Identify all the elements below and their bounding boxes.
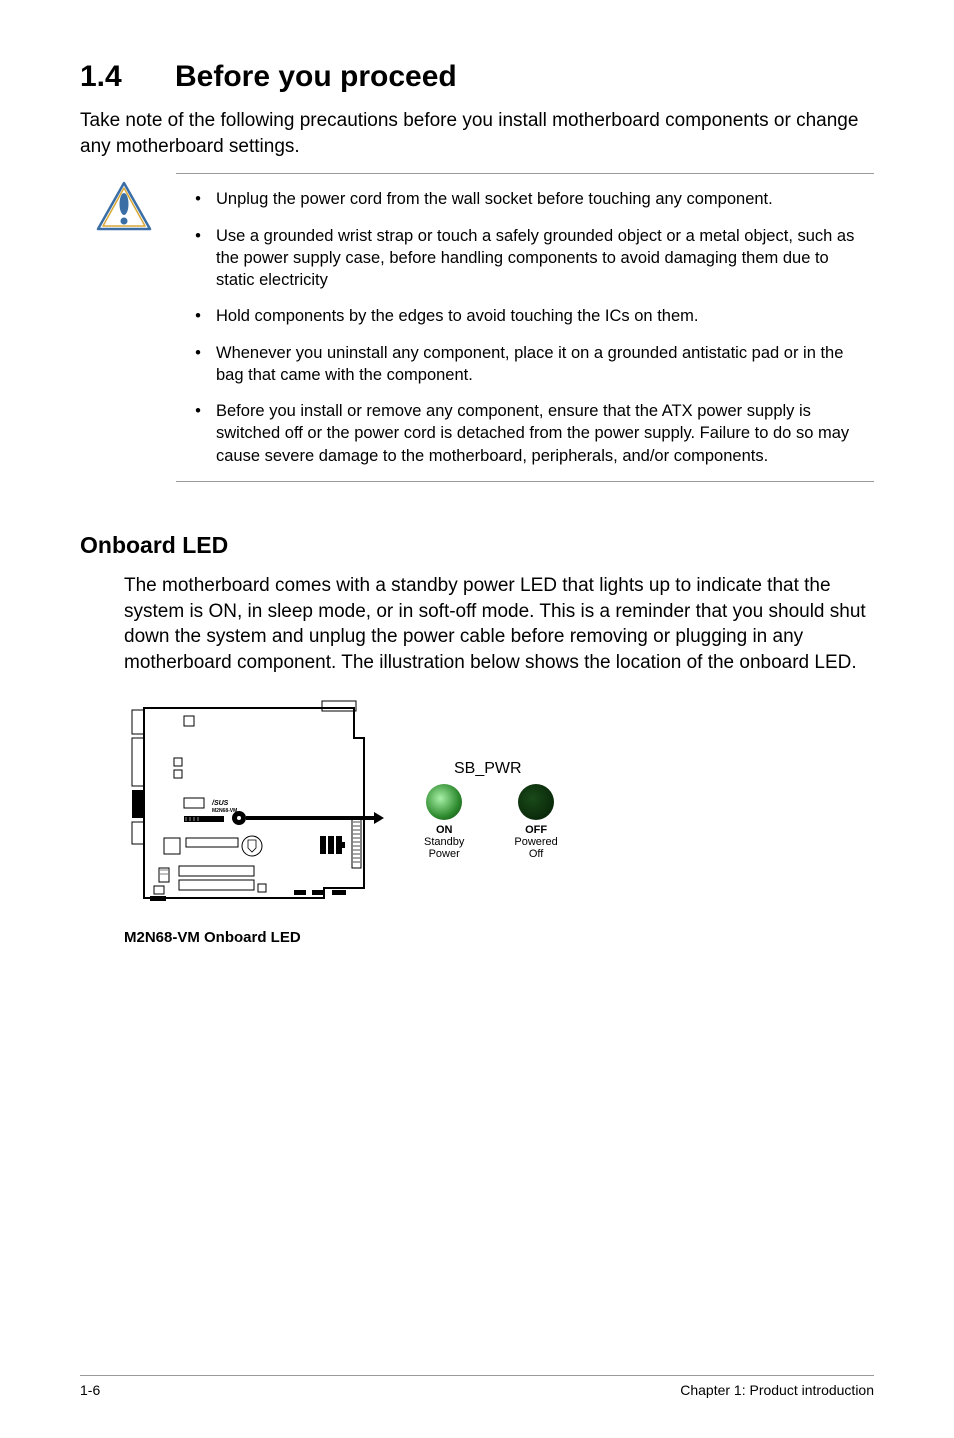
sb-pwr-label: SB_PWR bbox=[454, 760, 522, 778]
intro-paragraph: Take note of the following precautions b… bbox=[80, 108, 874, 159]
led-off: OFF Powered Off bbox=[514, 784, 557, 860]
section-title: Before you proceed bbox=[175, 60, 457, 94]
led-off-icon bbox=[518, 784, 554, 820]
warning-icon bbox=[96, 181, 176, 236]
svg-text:M2N68-VM: M2N68-VM bbox=[212, 808, 237, 814]
caution-list: •Unplug the power cord from the wall soc… bbox=[176, 173, 874, 482]
led-on-icon bbox=[426, 784, 462, 820]
section-number: 1.4 bbox=[80, 60, 175, 94]
section-heading: 1.4 Before you proceed bbox=[80, 60, 874, 94]
led-on: ON Standby Power bbox=[424, 784, 464, 860]
onboard-led-paragraph: The motherboard comes with a standby pow… bbox=[124, 573, 874, 676]
chapter-label: Chapter 1: Product introduction bbox=[680, 1382, 874, 1398]
motherboard-diagram: /SUS M2N68-VM bbox=[124, 698, 384, 923]
diagram-area: /SUS M2N68-VM bbox=[124, 698, 874, 923]
caution-item: •Use a grounded wrist strap or touch a s… bbox=[180, 225, 870, 292]
caution-item: •Whenever you uninstall any component, p… bbox=[180, 342, 870, 387]
led-legend: SB_PWR ON Standby Power OFF Powered Off bbox=[424, 760, 558, 860]
caution-block: •Unplug the power cord from the wall soc… bbox=[96, 173, 874, 482]
onboard-led-heading: Onboard LED bbox=[80, 532, 874, 559]
caution-item: •Hold components by the edges to avoid t… bbox=[180, 305, 870, 327]
page-footer: 1-6 Chapter 1: Product introduction bbox=[80, 1375, 874, 1398]
page-number: 1-6 bbox=[80, 1382, 100, 1398]
caution-item: •Unplug the power cord from the wall soc… bbox=[180, 188, 870, 210]
caution-item: •Before you install or remove any compon… bbox=[180, 400, 870, 467]
diagram-caption: M2N68-VM Onboard LED bbox=[124, 929, 874, 946]
svg-text:/SUS: /SUS bbox=[211, 800, 229, 807]
